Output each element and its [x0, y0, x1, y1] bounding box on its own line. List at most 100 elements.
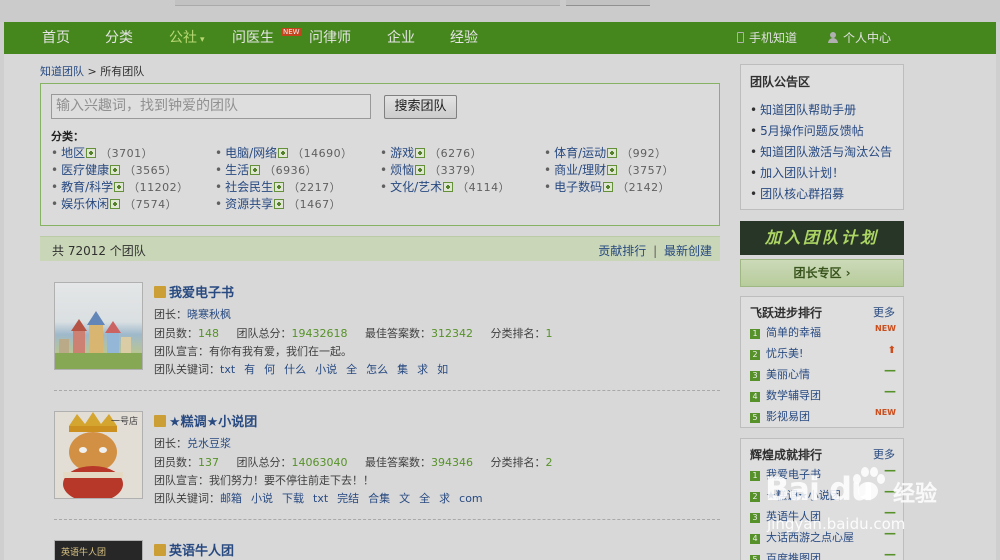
category-item[interactable]: • 体育/运动 （992）	[544, 145, 667, 162]
team-leader-link[interactable]: 晓寒秋枫	[187, 308, 231, 321]
notice-item[interactable]: • 团队核心群招募	[750, 185, 844, 202]
rank-team-name[interactable]: 英语牛人团	[766, 510, 821, 523]
rank-more-link[interactable]: 更多	[873, 446, 895, 462]
breadcrumb-root[interactable]: 知道团队	[40, 65, 84, 78]
category-name[interactable]: 生活	[225, 163, 249, 177]
search-team-button[interactable]: 搜索团队	[384, 95, 457, 119]
nav-experience[interactable]: 经验	[450, 22, 478, 54]
keyword-link[interactable]: 小说	[315, 363, 337, 376]
category-item[interactable]: • 社会民生 （2217）	[215, 179, 341, 196]
rank-team-name[interactable]: ★糕调★小说团	[766, 489, 841, 502]
keyword-link[interactable]: 合集	[368, 492, 390, 505]
category-name[interactable]: 娱乐休闲	[61, 197, 109, 211]
nav-enterprise[interactable]: 企业	[387, 22, 415, 54]
team-avatar[interactable]	[54, 282, 143, 370]
team-name[interactable]: ★糕调★小说团	[154, 411, 257, 430]
nav-commune[interactable]: 公社 ▾	[169, 22, 205, 54]
category-name[interactable]: 游戏	[390, 146, 414, 160]
expand-plus-icon[interactable]	[114, 182, 125, 192]
rank-row[interactable]: 4 数学辅导团 —	[750, 384, 896, 403]
rank-row[interactable]: 3 英语牛人团 —	[750, 505, 896, 524]
expand-plus-icon[interactable]	[443, 182, 454, 192]
keyword-link[interactable]: 完结	[337, 492, 359, 505]
keyword-link[interactable]: 何	[264, 363, 275, 376]
team-search-input[interactable]: 输入兴趣词，找到钟爱的团队	[51, 94, 371, 119]
keyword-link[interactable]: 有	[244, 363, 255, 376]
expand-plus-icon[interactable]	[110, 165, 121, 175]
team-avatar[interactable]: 一号店	[54, 411, 143, 499]
keyword-link[interactable]: 文	[399, 492, 410, 505]
expand-plus-icon[interactable]	[278, 148, 289, 158]
nav-category[interactable]: 分类	[105, 22, 133, 54]
rank-row[interactable]: 4 大话西游之点心屋 —	[750, 526, 896, 545]
keyword-link[interactable]: txt	[313, 492, 328, 505]
user-center-link[interactable]: 个人中心	[828, 22, 891, 54]
category-item[interactable]: • 烦恼 （3379）	[380, 162, 482, 179]
team-avatar[interactable]: 英语牛人团	[54, 540, 143, 560]
keyword-link[interactable]: 下载	[282, 492, 304, 505]
keyword-link[interactable]: 求	[439, 492, 450, 505]
sort-newest-link[interactable]: 最新创建	[664, 244, 712, 258]
category-name[interactable]: 电脑/网络	[225, 146, 277, 160]
category-item[interactable]: • 医疗健康 （3565）	[51, 162, 177, 179]
rank-team-name[interactable]: 美丽心情	[766, 368, 810, 381]
notice-item[interactable]: • 5月操作问题反馈帖	[750, 122, 864, 139]
category-item[interactable]: • 生活 （6936）	[215, 162, 317, 179]
rank-team-name[interactable]: 忧乐美!	[766, 347, 803, 360]
expand-plus-icon[interactable]	[110, 199, 121, 209]
keyword-link[interactable]: 求	[417, 363, 428, 376]
category-name[interactable]: 教育/科学	[61, 180, 113, 194]
rank-row[interactable]: 5 影视易团 NEW	[750, 408, 896, 424]
keyword-link[interactable]: 全	[419, 492, 430, 505]
keyword-link[interactable]: 全	[346, 363, 357, 376]
rank-team-name[interactable]: 简单的幸福	[766, 326, 821, 339]
expand-plus-icon[interactable]	[415, 165, 426, 175]
expand-plus-icon[interactable]	[86, 148, 97, 158]
category-item[interactable]: • 电脑/网络 （14690）	[215, 145, 353, 162]
category-item[interactable]: • 资源共享 （1467）	[215, 196, 341, 213]
keyword-link[interactable]: txt	[220, 363, 235, 376]
rank-team-name[interactable]: 我爱电子书	[766, 468, 821, 481]
category-item[interactable]: • 娱乐休闲 （7574）	[51, 196, 177, 213]
notice-item[interactable]: • 知道团队帮助手册	[750, 101, 856, 118]
notice-item[interactable]: • 知道团队激活与淘汰公告	[750, 143, 892, 160]
rank-row[interactable]: 5 百度推图团 —	[750, 547, 896, 560]
leader-zone-button[interactable]: 团长专区 ›	[740, 259, 904, 287]
join-team-plan-banner[interactable]: 加入团队计划	[740, 221, 904, 255]
expand-plus-icon[interactable]	[274, 182, 285, 192]
category-item[interactable]: • 商业/理财 （3757）	[544, 162, 674, 179]
keyword-link[interactable]: 如	[437, 363, 448, 376]
rank-row[interactable]: 1 简单的幸福 NEW	[750, 324, 896, 340]
rank-team-name[interactable]: 数学辅导团	[766, 389, 821, 402]
category-name[interactable]: 地区	[61, 146, 85, 160]
keyword-link[interactable]: 邮箱	[220, 492, 242, 505]
expand-plus-icon[interactable]	[607, 148, 618, 158]
category-name[interactable]: 电子数码	[554, 180, 602, 194]
category-name[interactable]: 烦恼	[390, 163, 414, 177]
category-item[interactable]: • 电子数码 （2142）	[544, 179, 670, 196]
category-item[interactable]: • 地区 （3701）	[51, 145, 153, 162]
rank-row[interactable]: 3 美丽心情 —	[750, 363, 896, 382]
browser-search-button[interactable]	[566, 0, 650, 6]
category-name[interactable]: 文化/艺术	[390, 180, 442, 194]
expand-plus-icon[interactable]	[274, 199, 285, 209]
browser-address-bar[interactable]	[175, 0, 560, 6]
nav-ask-lawyer[interactable]: 问律师	[309, 22, 351, 54]
rank-row[interactable]: 1 我爱电子书 —	[750, 463, 896, 482]
category-name[interactable]: 商业/理财	[554, 163, 606, 177]
keyword-link[interactable]: 什么	[284, 363, 306, 376]
rank-team-name[interactable]: 大话西游之点心屋	[766, 531, 854, 544]
expand-plus-icon[interactable]	[603, 182, 614, 192]
category-item[interactable]: • 游戏 （6276）	[380, 145, 482, 162]
keyword-link[interactable]: com	[459, 492, 483, 505]
category-item[interactable]: • 教育/科学 （11202）	[51, 179, 189, 196]
expand-plus-icon[interactable]	[415, 148, 426, 158]
rank-row[interactable]: 2 ★糕调★小说团 —	[750, 484, 896, 503]
keyword-link[interactable]: 集	[397, 363, 408, 376]
expand-plus-icon[interactable]	[250, 165, 261, 175]
category-name[interactable]: 社会民生	[225, 180, 273, 194]
keyword-link[interactable]: 小说	[251, 492, 273, 505]
category-name[interactable]: 医疗健康	[61, 163, 109, 177]
keyword-link[interactable]: 怎么	[366, 363, 388, 376]
rank-row[interactable]: 2 忧乐美! ⬆	[750, 345, 896, 361]
